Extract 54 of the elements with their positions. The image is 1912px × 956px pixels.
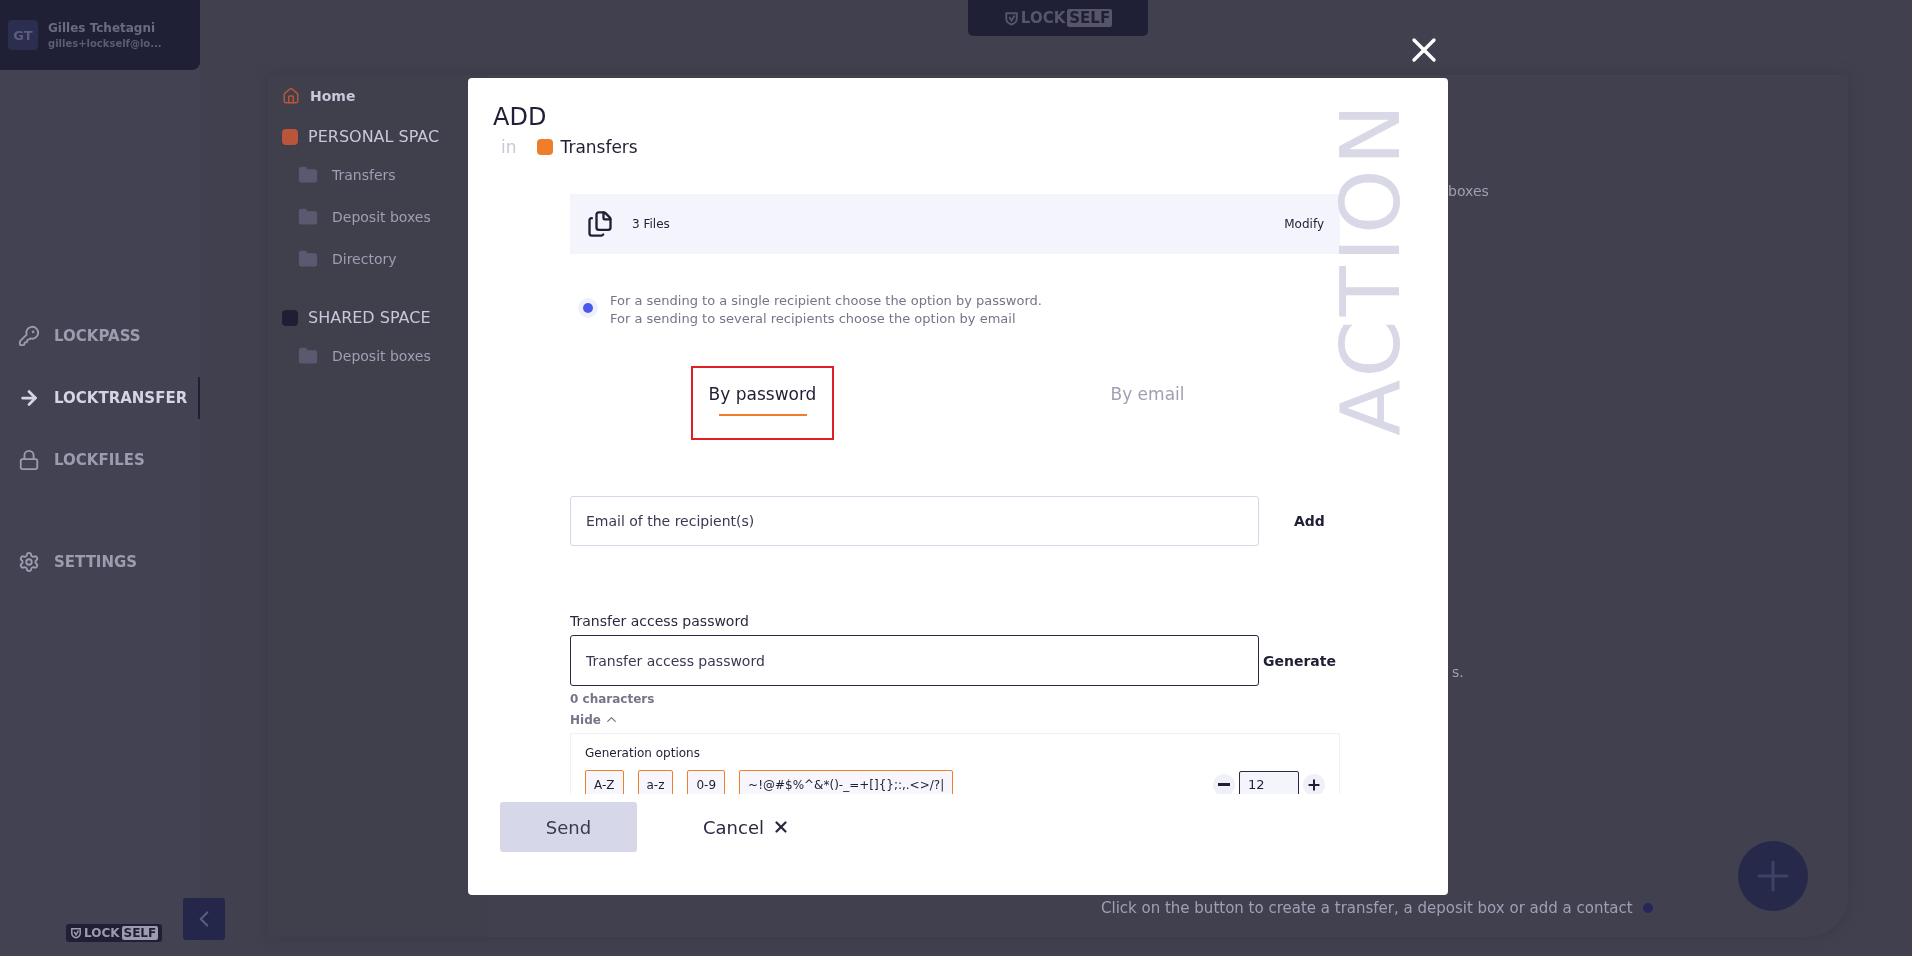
close-icon [772, 818, 790, 836]
cancel-button[interactable]: Cancel [697, 815, 796, 839]
folder-item[interactable]: Deposit boxes [282, 196, 488, 238]
nav-item[interactable]: SETTINGS [0, 541, 200, 583]
section-title[interactable]: SHARED SPACE [308, 308, 431, 327]
character-count: 0 characters [570, 692, 656, 706]
length-input[interactable]: 12 [1239, 770, 1299, 794]
charset-chip[interactable]: A-Z [585, 770, 624, 794]
files-icon [586, 210, 614, 238]
hint-text: Click on the button to create a transfer, a deposit box or add a contact [1101, 899, 1633, 917]
status-dot [1642, 903, 1653, 913]
options-title: Generation options [585, 746, 701, 760]
dialog-title: ADD [493, 103, 548, 131]
password-input[interactable]: Transfer access password [570, 635, 1259, 686]
charset-chip[interactable]: 0-9 [687, 770, 726, 794]
brand-logo: LOCK SELF [66, 924, 163, 942]
background-text: s. [1452, 664, 1465, 680]
hide-toggle[interactable]: Hide [570, 712, 1340, 727]
folder-marker [536, 139, 553, 155]
folder-item[interactable]: Directory [282, 238, 488, 280]
email-input[interactable]: Email of the recipient(s) [570, 496, 1259, 546]
field-label: Transfer access password [570, 613, 750, 629]
add-link[interactable]: Add [1294, 513, 1325, 529]
lock-icon [18, 449, 40, 471]
increment-button[interactable] [1303, 773, 1325, 794]
home-link[interactable]: Home [282, 81, 488, 111]
tab[interactable]: By password [690, 366, 835, 440]
charset-chip[interactable]: a-z [637, 770, 674, 794]
option-description: For a sending to a single recipient choose the option by password. For a sending to several recipients choose the option by email [610, 292, 1042, 328]
nav-item[interactable]: LOCKPASS [0, 315, 200, 357]
key-icon [18, 325, 40, 347]
nav-item[interactable]: LOCKTRANSFER [0, 377, 200, 419]
plus-icon [1306, 776, 1322, 793]
section-title[interactable]: PERSONAL SPAC [308, 127, 440, 146]
modify-link[interactable]: Modify [1284, 217, 1324, 231]
folder-icon [298, 207, 318, 227]
nav-item[interactable]: LOCKFILES [0, 439, 200, 481]
user-email: gilles+lockself@lo... [48, 38, 162, 49]
minus-icon [1218, 783, 1230, 786]
charset-chip[interactable]: ~!@#$%^&*()-_=+[]{};:,.<>/?| [739, 770, 954, 794]
folder-icon [298, 346, 318, 366]
folder-icon [298, 165, 318, 185]
radio-button[interactable] [578, 298, 598, 318]
home-icon [282, 87, 300, 105]
background-text: boxes [1448, 183, 1490, 199]
folder-item[interactable]: Deposit boxes [282, 335, 488, 377]
user-name: Gilles Tchetagni [48, 21, 157, 35]
folder-icon [298, 249, 318, 269]
decrement-button[interactable] [1213, 773, 1235, 794]
location-name: Transfers [560, 137, 638, 157]
settings-icon [18, 551, 40, 573]
generate-link[interactable]: Generate [1263, 652, 1336, 669]
files-count: 3 Files [632, 217, 670, 231]
folder-item[interactable]: Transfers [282, 154, 488, 196]
